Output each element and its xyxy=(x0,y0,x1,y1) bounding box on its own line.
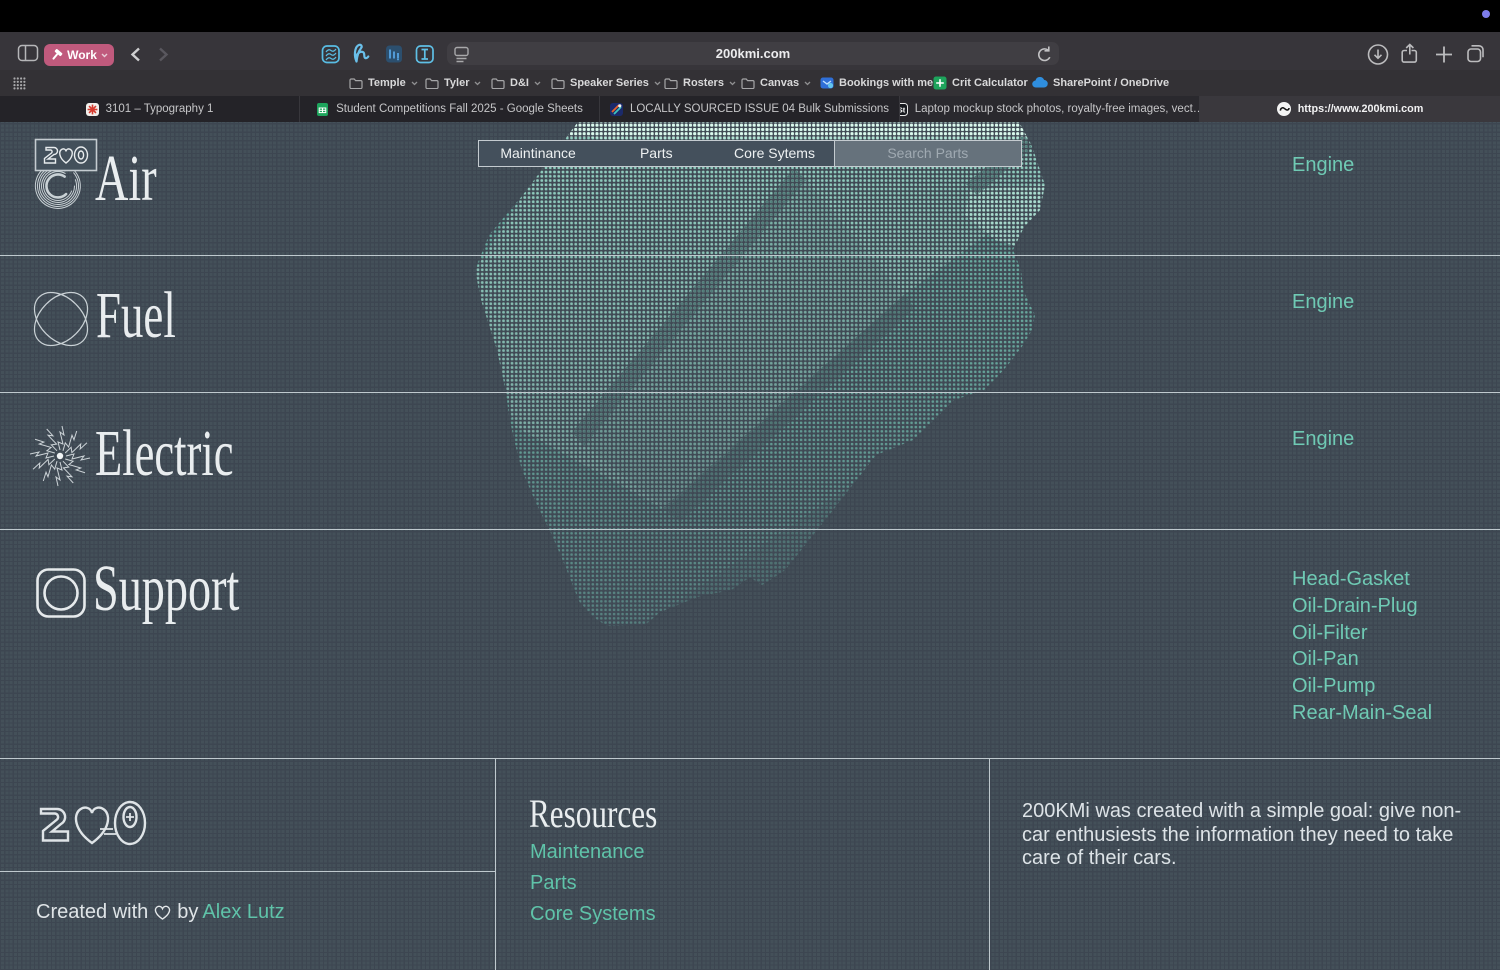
svg-text:St: St xyxy=(900,105,905,114)
